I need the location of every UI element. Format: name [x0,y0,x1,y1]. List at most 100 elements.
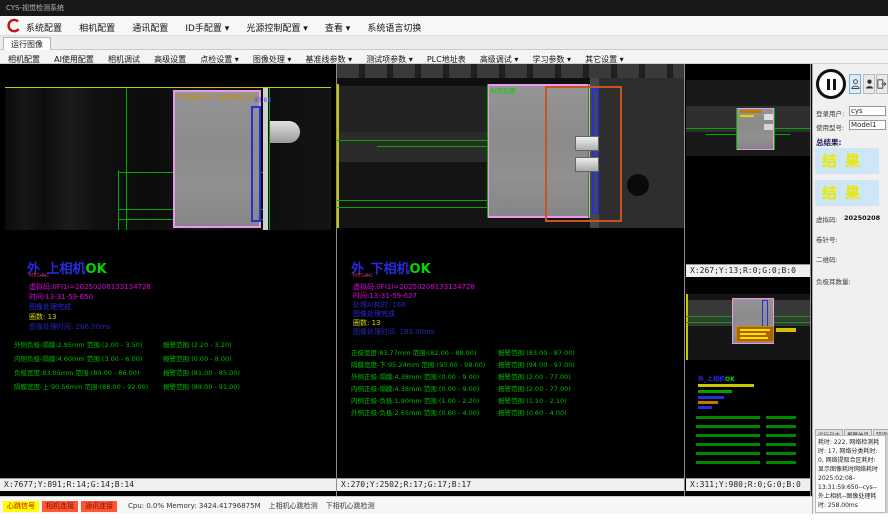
app-window: CYS-视觉检测系统 系统配置 相机配置 通讯配置 ID手配置 ▾ 光源控制配置… [0,0,888,522]
overlay-mark-yellow [740,329,770,331]
brightness-overlay-text: 平均亮值:93, 动态亮值:100 [177,91,258,101]
window-title: CYS-视觉检测系统 [6,4,64,12]
login-user-input[interactable] [849,106,886,116]
mini-measure-line [696,434,760,437]
pause-button[interactable] [816,69,846,99]
measurement-alarm: 报警范围:(1.10 - 2.10) [498,395,567,405]
tab-thumbnail [764,124,773,130]
separator-strip [263,88,268,230]
measurement-text: 外侧正极-隔膜:4.38mm 范围:(0.00 - 9.00) [351,371,479,381]
gripper-part [270,121,300,143]
right-control-panel: 登录用户: 使用型号: 总结果: 结果 结果 虚拟码: 20250208 卷针号… [812,64,888,514]
left-camera-panel: 平均亮值:93, 动态亮值:100 93,88 外_上相机OK MES:0|1 … [0,64,336,491]
camera-status: OK [410,262,431,277]
measurement-alarm: 报警范围:(2.00 - 77.00) [498,383,571,393]
alarm-highlight-box [736,326,774,342]
main-area: 平均亮值:93, 动态亮值:100 93,88 外_上相机OK MES:0|1 … [0,64,888,496]
process-time-text: 图像处理时间: 183.00ms [353,327,435,337]
login-user-label: 登录用户: [816,108,844,118]
status-bar: 心跳信号相机连接通讯连接Cpu: 0.0% Memory: 3424.41796… [0,496,812,514]
measurement-text: 内侧负极-隔膜:4.60mm 范围:(3.00 - 6.00) [14,353,142,363]
measurement-text: 负极宽度:83.05mm 范围:(80.00 - 86.00) [14,367,139,377]
measure-line-vertical [487,84,488,218]
measurement-alarm: 报警范围:(94.00 - 97.00) [498,359,575,369]
comm-connection-badge: 通讯连接 [81,501,117,512]
total-result-label: 总结果: [816,137,842,148]
mini-text-line [698,401,718,404]
measurement-text: 内侧正极-负极:1.90mm 范围:(1.00 - 2.20) [351,395,479,405]
time-text: 时间:13-31-59-650 [29,292,93,302]
exit-button[interactable] [876,74,888,94]
left-camera-image[interactable]: 平均亮值:93, 动态亮值:100 93,88 [5,88,331,230]
product-region [173,90,261,228]
log-text-area[interactable]: 耗时: 222, 网络检测耗时: 17, 网络分类耗时: 0, 网络提取合区耗时… [815,435,886,513]
tab-count-label: 负极耳数量: [816,276,851,286]
qrcode-label: 二维码: [816,254,838,264]
cpu-memory-readout: Cpu: 0.0% Memory: 3424.41796875M [128,502,261,510]
measurement-alarm: 报警范围:(89.00 - 91.00) [163,381,240,391]
preview-bottom-image[interactable] [686,294,810,360]
mini-measure-line [696,452,760,455]
overlay-mark-yellow [740,337,768,339]
overlay-mark-orange [740,110,762,113]
result-display-2: 结果 [815,180,879,206]
mini-text-line [698,384,754,387]
pause-icon [827,79,830,90]
camera-status: OK [86,262,107,277]
process-done-text: 图像处理完成 [29,302,71,312]
tab-run-image[interactable]: 运行图像 [3,37,51,51]
panel-divider [810,64,811,496]
model-input[interactable] [849,120,886,130]
mini-measure-line [696,443,760,446]
coordinate-readout: X:267;Y:13;R:0;G:0;B:0 [686,264,810,277]
mini-measure-line [766,434,796,437]
process-time-text: 图像处理时间: 266.00ms [29,322,111,332]
model-label: 使用型号: [816,122,844,132]
coordinate-readout: X:7677;Y:891;R:14;G:14;B:14 [0,478,336,491]
user-manage-button[interactable] [863,74,875,94]
tab-thumbnail [575,136,599,151]
measurement-text: 外侧负极-隔膜:2.95mm 范围:(2.00 - 3.50) [14,339,142,349]
bottom-camera-heartbeat-text: 下相机心跳检测 [326,502,375,510]
measurement-alarm: 报警范围:(2.00 - 77.00) [498,371,571,381]
loop-count-text: 圈数: 13 [29,312,57,322]
window-bottom-strip [0,514,888,522]
preview-bottom-panel: 外_上相机OK X:311;Y:980;R:0;G:0;B:0 [686,278,810,491]
panel-divider [684,64,685,496]
measure-line-vertical [774,108,775,150]
preview-top-image[interactable] [686,80,810,156]
mini-measure-line [696,416,760,419]
center-camera-image[interactable]: AI识别图 [337,64,684,228]
menu-bar: 系统配置 相机配置 通讯配置 ID手配置 ▾ 光源控制配置 ▾ 查看 ▾ 系统语… [0,16,888,36]
measurement-alarm: 报警范围:(0.60 - 4.00) [498,407,567,417]
center-camera-panel: AI识别图 外_下相机OK MES:0|1 虚拟码:0FI1i=20250208… [337,64,684,491]
mini-measure-line [696,461,760,464]
measurement-alarm: 报警范围:(0.00 - 8.00) [163,353,232,363]
mes-text: MES:0|1 [353,273,373,279]
virtual-code-label: 虚拟码: [816,214,838,224]
measure-line-vertical [118,170,119,230]
machine-hole [627,174,649,196]
mini-measure-line [766,452,796,455]
result-display-1: 结果 [815,148,879,174]
mini-measure-line [766,461,796,464]
mini-text-line [698,396,724,399]
measurement-alarm: 报警范围:(83.00 - 87.00) [498,347,575,357]
mini-camera-status: OK [725,376,735,383]
mini-measure-line [696,425,760,428]
needle-number-label: 卷针号: [816,234,838,244]
guide-line-yellow-vertical [686,294,688,360]
heartbeat-status-badge: 心跳信号 [3,501,39,512]
overlay-mark-yellow [740,333,766,335]
user-login-button[interactable] [849,74,861,94]
tool-bar: 相机配置 AI使用配置 相机调试 高级设置 点检设置 ▾ 图像处理 ▾ 基准线参… [0,50,888,64]
mini-measure-line [766,425,796,428]
app-logo-icon [5,18,21,38]
mes-text: MES:0|1 [29,273,49,279]
user-filled-icon [865,78,874,90]
user-icon [851,78,860,90]
measurement-text: 隔膜宽度-下:95.24mm 范围:(93.00 - 98.00) [351,359,485,369]
preview-top-panel: X:267;Y:13;R:0;G:0;B:0 [686,78,810,277]
mini-camera-title: 外_上相机OK [698,374,735,383]
measurement-alarm: 报警范围:(81.00 - 85.00) [163,367,240,377]
